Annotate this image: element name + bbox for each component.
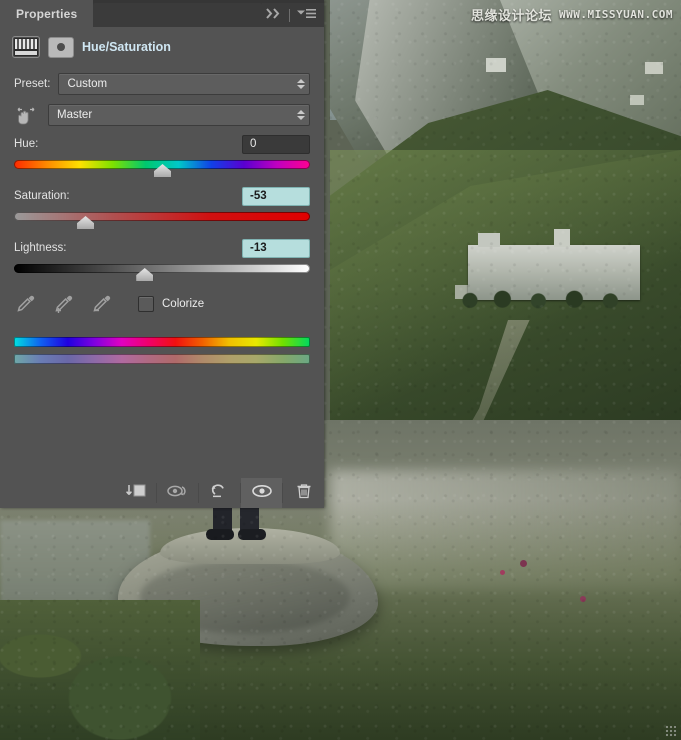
hue-slider-header: Hue: 0	[14, 131, 310, 157]
tab-controls-separator	[289, 8, 290, 22]
properties-panel: Properties Hue/Saturation Preset: Custom…	[0, 0, 324, 508]
eye-icon	[251, 484, 273, 503]
delete-adjustment-layer-button[interactable]	[283, 478, 324, 508]
eyedropper-icon[interactable]	[14, 293, 36, 315]
lightness-slider-block: Lightness: -13	[0, 235, 324, 281]
hue-label: Hue:	[14, 138, 39, 150]
clip-to-layer-icon	[125, 483, 147, 504]
saturation-slider-header: Saturation: -53	[14, 183, 310, 209]
channel-select-value: Master	[57, 109, 93, 121]
eyedropper-tools-row: Colorize	[0, 287, 324, 321]
saturation-value-input[interactable]: -53	[242, 186, 310, 206]
clip-to-layer-button[interactable]	[115, 478, 156, 508]
chevron-updown-icon[interactable]	[297, 79, 305, 89]
watermark-url: WWW.MISSYUAN.COM	[559, 8, 673, 21]
lightness-slider-handle[interactable]	[136, 268, 154, 281]
hue-slider-track[interactable]	[14, 160, 310, 177]
colorize-control[interactable]: Colorize	[138, 296, 204, 312]
view-previous-state-button[interactable]	[157, 478, 198, 508]
colorize-label: Colorize	[162, 298, 205, 310]
preset-label: Preset:	[14, 78, 51, 90]
preset-select-value: Custom	[67, 78, 108, 90]
layer-mask-icon[interactable]	[48, 36, 74, 58]
preset-row: Preset: Custom	[0, 69, 324, 99]
saturation-label: Saturation:	[14, 190, 70, 202]
lightness-label: Lightness:	[14, 242, 67, 254]
lightness-value-input[interactable]: -13	[242, 238, 310, 258]
colorize-checkbox[interactable]	[138, 296, 154, 312]
hue-slider-block: Hue: 0	[0, 131, 324, 177]
eyedropper-subtract-icon[interactable]	[90, 293, 112, 315]
resize-grip[interactable]	[665, 725, 677, 737]
eyedropper-add-icon[interactable]	[52, 293, 74, 315]
channel-select[interactable]: Master	[48, 104, 310, 126]
color-range-ramps	[0, 337, 324, 364]
double-chevron-right-icon[interactable]	[266, 6, 282, 24]
saturation-slider-handle[interactable]	[77, 216, 95, 229]
trash-icon	[295, 482, 313, 505]
channel-row: Master	[0, 99, 324, 131]
color-range-ramp-top[interactable]	[14, 337, 310, 347]
chevron-updown-icon[interactable]	[297, 110, 305, 120]
panel-tab-controls	[262, 3, 324, 27]
toggle-layer-visibility-button[interactable]	[241, 478, 282, 508]
reset-arrow-icon	[209, 482, 231, 504]
hue-saturation-adjustment-icon[interactable]	[12, 36, 40, 58]
hue-slider-handle[interactable]	[154, 164, 171, 177]
watermark: 思缘设计论坛 WWW.MISSYUAN.COM	[471, 5, 673, 24]
tab-properties[interactable]: Properties	[0, 0, 94, 27]
page-title: Hue/Saturation	[82, 40, 171, 54]
saturation-slider-track[interactable]	[14, 212, 310, 229]
targeted-adjustment-hand-icon[interactable]	[14, 104, 38, 126]
lightness-slider-header: Lightness: -13	[14, 235, 310, 261]
lightness-slider-track[interactable]	[14, 264, 310, 281]
watermark-chinese: 思缘设计论坛	[471, 9, 553, 24]
reset-adjustment-button[interactable]	[199, 478, 240, 508]
color-range-ramp-bottom[interactable]	[14, 354, 310, 364]
tab-bar-filler	[93, 3, 262, 27]
panel-tab-bar: Properties	[0, 0, 324, 27]
panel-menu-icon[interactable]	[297, 6, 316, 24]
panel-footer-toolbar	[0, 478, 324, 508]
saturation-slider-block: Saturation: -53	[0, 183, 324, 229]
previous-state-eye-icon	[166, 483, 190, 504]
preset-select[interactable]: Custom	[58, 73, 310, 95]
adjustment-title-row: Hue/Saturation	[0, 27, 324, 67]
tab-properties-label: Properties	[16, 6, 78, 21]
hue-value-input[interactable]: 0	[242, 134, 310, 154]
